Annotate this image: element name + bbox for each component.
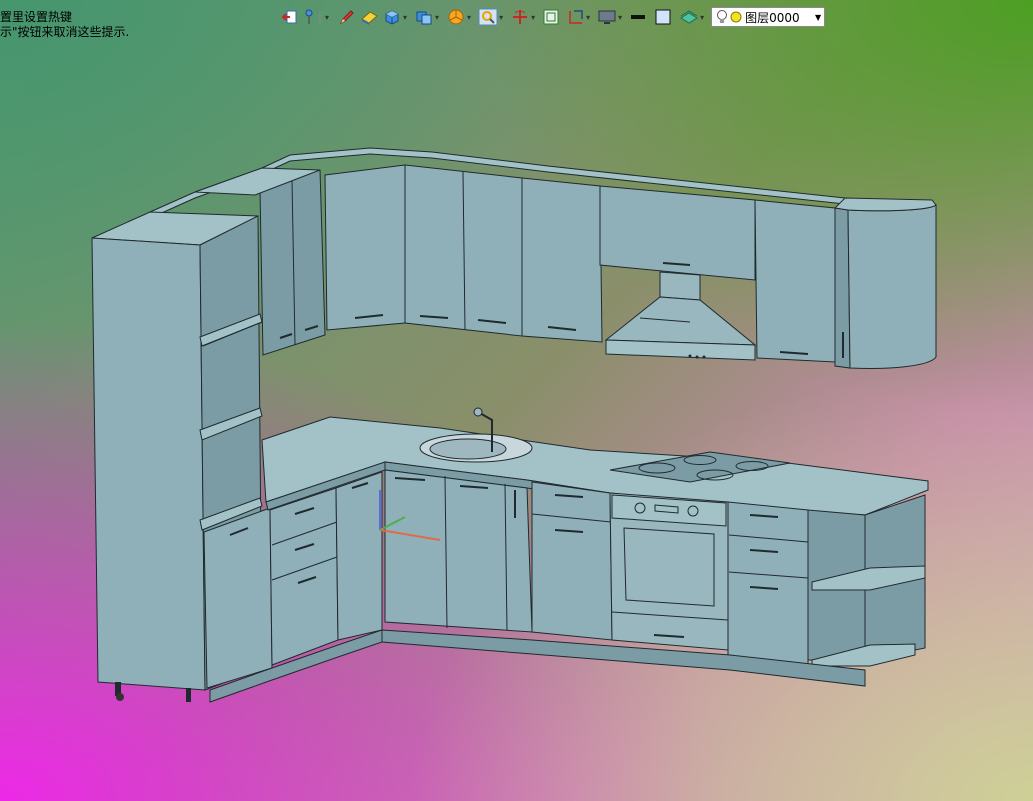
base-cabinets <box>209 407 929 703</box>
kitchen-3d-viewport[interactable]: .f { fill: #8fb0b8; stroke: #1f2a2e; str… <box>0 0 1033 801</box>
tall-cabinet <box>91 211 273 702</box>
upper-cabinets <box>149 147 937 369</box>
